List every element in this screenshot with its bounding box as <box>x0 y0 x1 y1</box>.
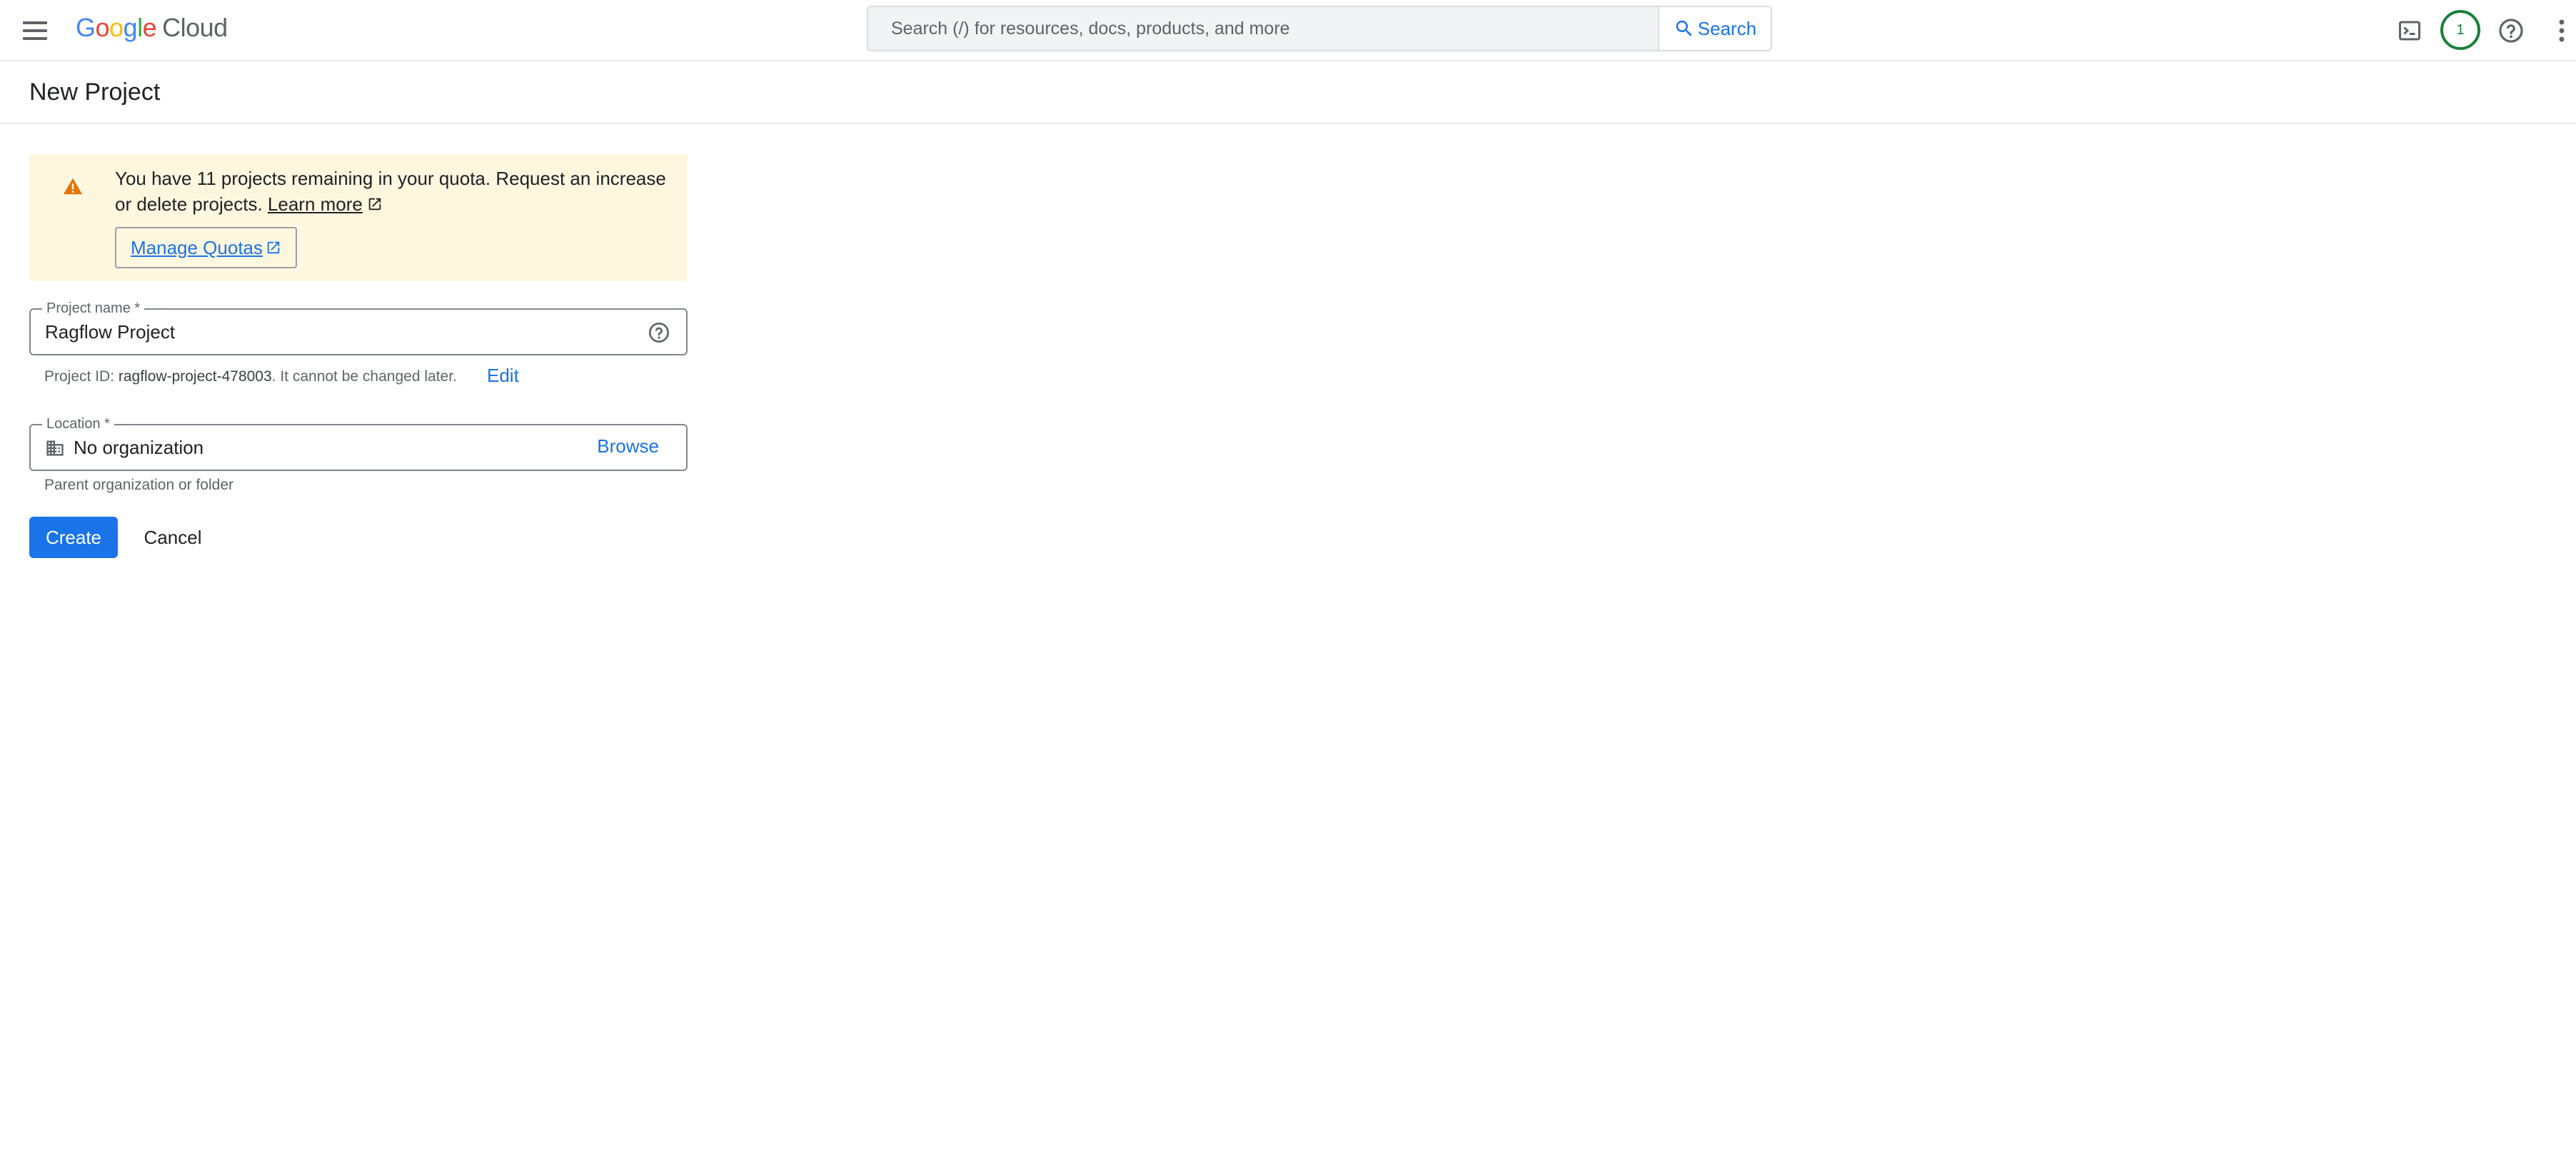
building-icon <box>46 440 64 456</box>
search-button-label: Search <box>1697 17 1757 39</box>
top-app-bar: GoogleCloud Search 1 <box>0 0 2576 61</box>
project-id-value: ragflow-project-478003 <box>118 368 272 385</box>
avatar: 1 <box>2440 10 2480 50</box>
logo-letter: o <box>109 13 124 42</box>
project-name-input[interactable] <box>45 310 630 354</box>
project-id-prefix: Project ID: <box>44 368 119 385</box>
logo-letter: G <box>76 13 96 42</box>
create-button[interactable]: Create <box>29 517 118 558</box>
google-cloud-logo[interactable]: Go o g l e Cloud <box>76 13 228 49</box>
location-value: No organization <box>74 437 204 458</box>
page-header: New Project <box>0 63 2576 124</box>
warning-icon <box>63 178 83 195</box>
manage-quotas-label: Manage Quotas <box>131 236 263 258</box>
page-title: New Project <box>29 79 161 106</box>
search-bar: Search <box>867 6 1772 51</box>
location-label: Location * <box>42 415 114 432</box>
notifications-badge[interactable]: 1 <box>2439 9 2482 51</box>
menu-icon[interactable] <box>19 14 51 47</box>
external-link-icon <box>368 198 381 211</box>
banner-message-text: You have 11 projects remaining in your q… <box>115 168 666 215</box>
manage-quotas-button[interactable]: Manage Quotas <box>115 227 298 268</box>
logo-letter: e <box>142 13 157 42</box>
cancel-button[interactable]: Cancel <box>133 517 213 558</box>
banner-message: You have 11 projects remaining in your q… <box>115 166 672 217</box>
terminal-icon[interactable] <box>2392 13 2427 49</box>
search-button[interactable]: Search <box>1658 7 1771 50</box>
search-icon <box>1676 20 1692 36</box>
logo-letter: o <box>95 13 110 42</box>
logo-letter: l <box>137 13 143 42</box>
external-link-icon <box>267 241 280 254</box>
project-name-field: Project name * <box>29 300 688 355</box>
location-field: Location * No organization Browse <box>29 415 688 471</box>
search-input[interactable] <box>868 7 1658 50</box>
location-hint: Parent organization or folder <box>44 477 233 493</box>
browse-button[interactable]: Browse <box>597 435 659 457</box>
logo-suffix: Cloud <box>162 13 228 42</box>
project-id-suffix: . It cannot be changed later. <box>271 368 457 385</box>
edit-project-id-button[interactable]: Edit <box>487 365 519 387</box>
logo-letter: g <box>123 13 138 42</box>
quota-warning-banner: You have 11 projects remaining in your q… <box>29 154 688 281</box>
project-id-hint: Project ID: ragflow-project-478003. It c… <box>44 368 457 385</box>
help-icon[interactable] <box>2493 13 2529 49</box>
more-vert-icon[interactable] <box>2547 13 2576 49</box>
learn-more-link[interactable]: Learn more <box>268 193 363 215</box>
help-circle-icon[interactable] <box>648 321 670 344</box>
learn-more-label: Learn more <box>267 193 363 215</box>
